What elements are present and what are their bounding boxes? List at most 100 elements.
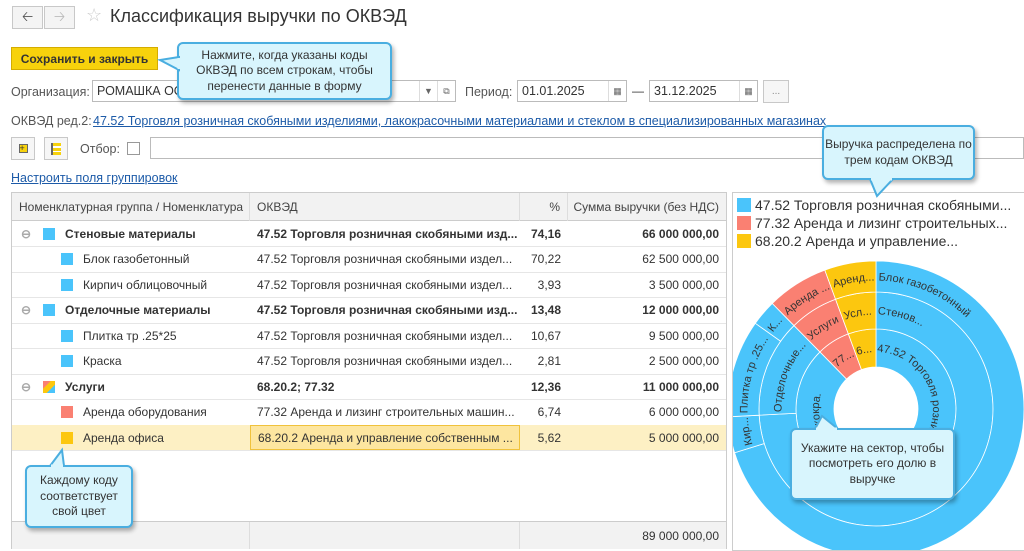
filter-checkbox[interactable]: [127, 142, 140, 155]
multi-color-icon: [43, 380, 55, 393]
color-square-icon: [61, 431, 73, 444]
grouping-settings-link[interactable]: Настроить поля группировок: [11, 171, 178, 185]
row-sum: 11 000 000,00: [642, 379, 719, 394]
period-label: Период:: [465, 85, 513, 99]
org-label: Организация:: [11, 85, 90, 99]
back-button[interactable]: 🡠: [12, 6, 43, 29]
row-sum: 66 000 000,00: [642, 226, 719, 241]
date-to-input[interactable]: 31.12.2025 ▦: [649, 80, 758, 102]
table-row[interactable]: Плитка тр .25*25 47.52 Торговля рознична…: [12, 323, 726, 349]
forward-button[interactable]: 🡢: [44, 6, 75, 29]
header-pct[interactable]: %: [520, 193, 568, 221]
row-pct: 3,93: [537, 277, 561, 292]
row-sum: 3 500 000,00: [648, 277, 719, 292]
color-square-icon: [61, 278, 73, 291]
table-row[interactable]: Кирпич облицовочный 47.52 Торговля розни…: [12, 272, 726, 298]
row-okved[interactable]: 47.52 Торговля розничная скобяными издел…: [250, 272, 520, 297]
calendar-icon[interactable]: ▦: [739, 81, 757, 101]
star-icon[interactable]: ☆: [86, 5, 102, 26]
collapse-icon[interactable]: ⊖: [21, 380, 35, 394]
collapse-icon[interactable]: ⊖: [21, 303, 35, 317]
row-name: Кирпич облицовочный: [83, 277, 208, 292]
row-okved[interactable]: 47.52 Торговля розничная скобяными изд..…: [250, 298, 520, 323]
color-square-icon: [61, 406, 73, 418]
table-row[interactable]: ⊖ Стеновые материалы 47.52 Торговля розни…: [12, 221, 726, 247]
callout-chart: Выручка распределена по трем кодам ОКВЭД: [822, 125, 975, 180]
row-name: Аренда офиса: [83, 430, 164, 445]
arrow-left-icon: 🡠: [21, 7, 34, 24]
okved-label: ОКВЭД ред.2:: [11, 114, 92, 128]
period-dash: —: [632, 84, 644, 98]
header-okved[interactable]: ОКВЭД: [250, 193, 520, 221]
table-row[interactable]: Аренда оборудования 77.32 Аренда и лизин…: [12, 400, 726, 426]
row-sum: 9 500 000,00: [648, 328, 719, 343]
callout-text: Выручка распределена по трем кодам ОКВЭД: [825, 136, 972, 167]
color-square-icon: [43, 227, 55, 240]
row-pct: 12,36: [530, 379, 561, 394]
row-pct: 5,62: [537, 430, 561, 445]
row-okved[interactable]: 68.20.2 Аренда и управление собственным …: [250, 425, 520, 450]
org-value: РОМАШКА ОО: [97, 84, 184, 98]
callout-text: Укажите на сектор, чтобы посмотреть его …: [800, 440, 945, 486]
table-row[interactable]: ⊖ Отделочные материалы 47.52 Торговля роз…: [12, 298, 726, 324]
row-okved[interactable]: 77.32 Аренда и лизинг строительных машин…: [250, 400, 520, 425]
calendar-icon[interactable]: ▦: [608, 81, 626, 101]
row-sum: 6 000 000,00: [648, 405, 719, 419]
row-name: Аренда оборудования: [83, 405, 207, 419]
collapse-all-button[interactable]: [44, 137, 68, 160]
date-to-value: 31.12.2025: [654, 84, 717, 98]
row-name: Краска: [83, 354, 122, 368]
color-square-icon: [61, 355, 73, 367]
filter-label: Отбор:: [80, 142, 120, 156]
arrow-right-icon: 🡢: [53, 7, 66, 24]
table-row[interactable]: Аренда офиса 68.20.2 Аренда и управление…: [12, 425, 726, 451]
row-okved[interactable]: 47.52 Торговля розничная скобяными изд..…: [250, 221, 520, 246]
row-pct: 6,74: [537, 405, 561, 419]
open-icon[interactable]: ⧉: [437, 81, 455, 101]
row-name: Отделочные материалы: [65, 303, 211, 317]
row-name: Блок газобетонный: [83, 252, 190, 266]
row-sum: 12 000 000,00: [642, 303, 719, 317]
table-row[interactable]: ⊖ Услуги 68.20.2; 77.32 12,36 11 000 000,…: [12, 374, 726, 400]
header-sum[interactable]: Сумма выручки (без НДС): [568, 193, 726, 221]
chevron-down-icon[interactable]: ▼: [419, 81, 437, 101]
expand-icon: +: [18, 144, 28, 153]
tree-icon: [51, 142, 61, 155]
row-name: Плитка тр .25*25: [83, 328, 177, 343]
color-square-icon: [61, 253, 73, 265]
callout-sector: Укажите на сектор, чтобы посмотреть его …: [790, 428, 955, 500]
table-header: Номенклатурная группа / Номенклатура ОКВ…: [12, 193, 726, 221]
row-pct: 2,81: [537, 354, 561, 368]
okved-link[interactable]: 47.52 Торговля розничная скобяными издел…: [93, 114, 826, 128]
page-title: Классификация выручки по ОКВЭД: [110, 6, 407, 26]
header-name[interactable]: Номенклатурная группа / Номенклатура: [12, 193, 250, 221]
table-row[interactable]: Блок газобетонный 47.52 Торговля розничн…: [12, 247, 726, 273]
row-okved[interactable]: 68.20.2; 77.32: [250, 374, 520, 399]
row-name: Стеновые материалы: [65, 226, 196, 241]
row-sum: 2 500 000,00: [648, 354, 719, 368]
callout-text: Каждому коду соответствует свой цвет: [40, 473, 118, 519]
row-pct: 74,16: [530, 226, 561, 241]
color-square-icon: [61, 329, 73, 342]
date-from-input[interactable]: 01.01.2025 ▦: [517, 80, 627, 102]
collapse-icon[interactable]: ⊖: [21, 227, 35, 241]
expand-all-button[interactable]: +: [11, 137, 35, 160]
row-pct: 70,22: [530, 252, 561, 266]
row-pct: 10,67: [530, 328, 561, 343]
row-sum: 5 000 000,00: [648, 430, 719, 445]
date-from-value: 01.01.2025: [522, 84, 585, 98]
callout-color: Каждому коду соответствует свой цвет: [25, 465, 133, 528]
save-and-close-button[interactable]: Сохранить и закрыть: [11, 47, 158, 70]
callout-save: Нажмите, когда указаны коды ОКВЭД по все…: [177, 42, 392, 100]
period-select-button[interactable]: ...: [763, 80, 789, 103]
callout-text: Нажмите, когда указаны коды ОКВЭД по все…: [196, 47, 373, 93]
row-okved[interactable]: 47.52 Торговля розничная скобяными издел…: [250, 349, 520, 374]
table-row[interactable]: Краска 47.52 Торговля розничная скобяным…: [12, 349, 726, 375]
color-square-icon: [43, 304, 55, 316]
total-sum: 89 000 000,00: [642, 528, 719, 543]
row-okved[interactable]: 47.52 Торговля розничная скобяными издел…: [250, 323, 520, 348]
row-sum: 62 500 000,00: [642, 252, 719, 266]
row-pct: 13,48: [530, 303, 561, 317]
row-name: Услуги: [65, 379, 105, 394]
row-okved[interactable]: 47.52 Торговля розничная скобяными издел…: [250, 247, 520, 272]
